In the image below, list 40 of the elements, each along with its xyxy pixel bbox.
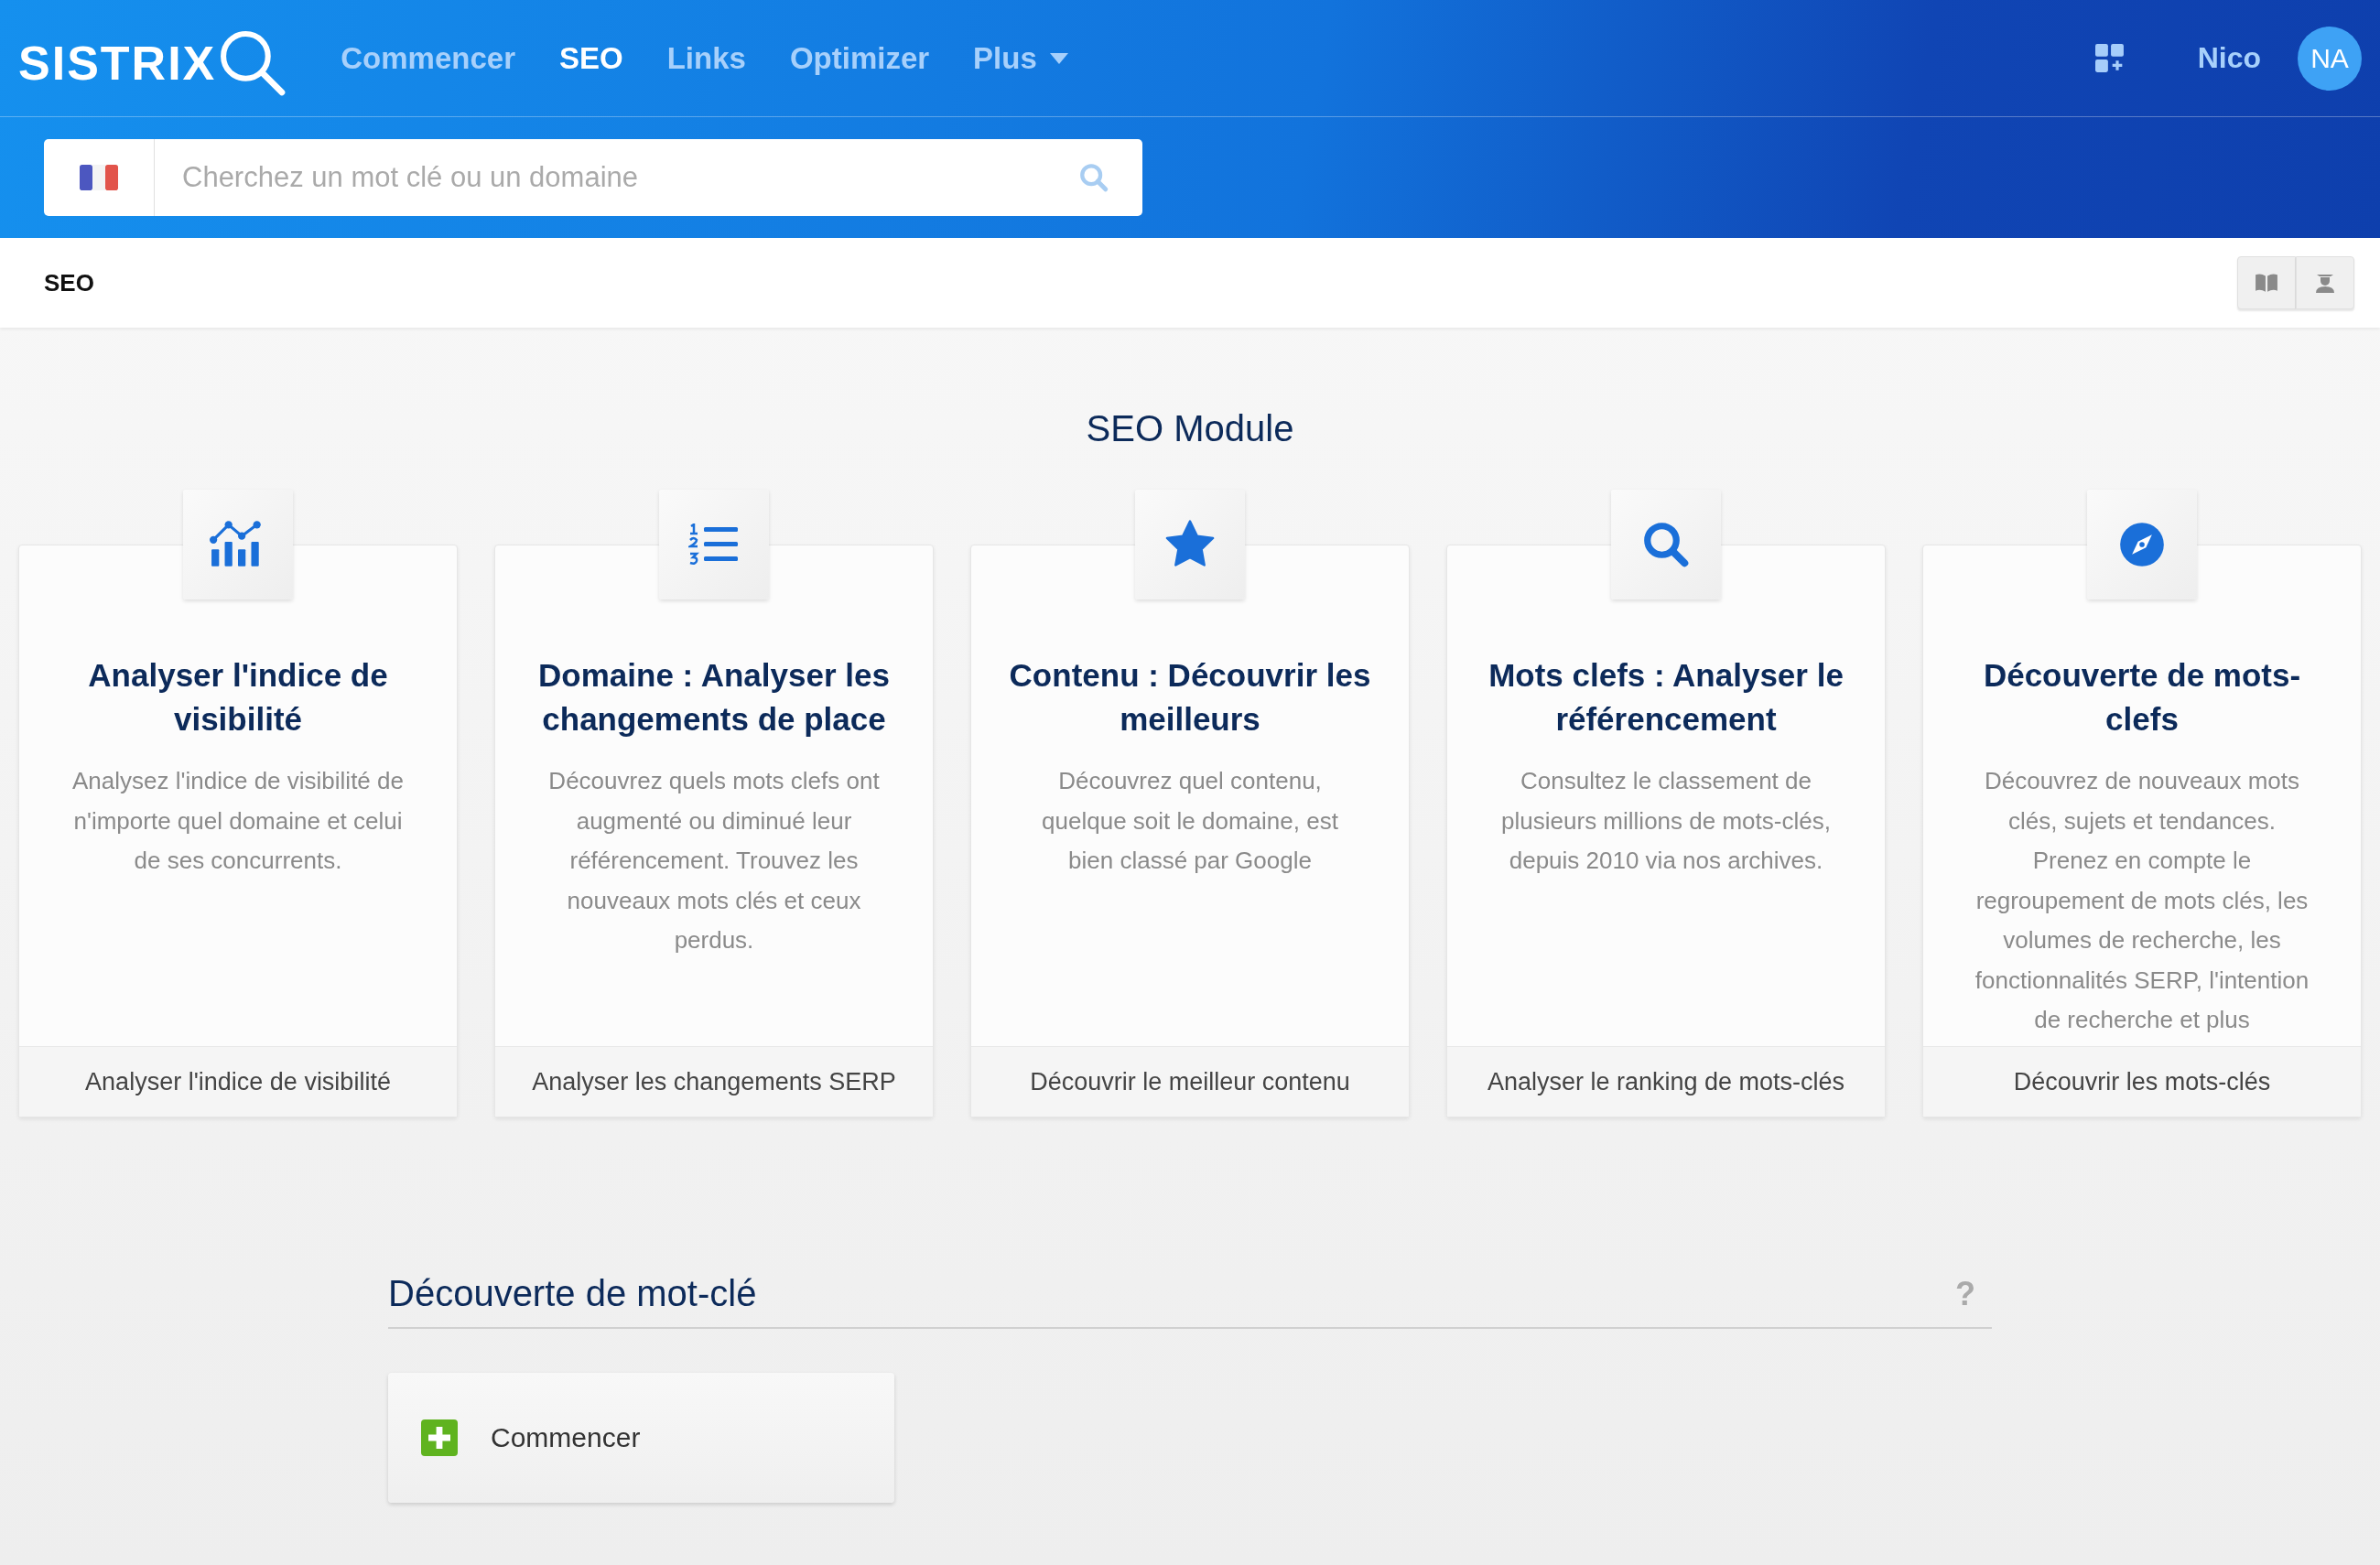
module-action-link[interactable]: Analyser les changements SERP (495, 1046, 933, 1117)
nav-link[interactable]: Links (666, 40, 746, 76)
add-widget-icon[interactable] (2094, 43, 2125, 73)
module-description: Consultez le classement de plusieurs millions de mots-clés, depuis 2010 via nos archives. (1500, 766, 1832, 876)
book-icon (2255, 273, 2278, 293)
page-title: SEO (44, 268, 94, 297)
start-button[interactable]: Commencer (388, 1373, 894, 1503)
search-icon (1641, 520, 1691, 569)
module-action-link[interactable]: Découvrir le meilleur contenu (971, 1046, 1409, 1117)
module-description: Analysez l'indice de visibilité de n'importe quel domaine et celui de ses concurrents. (71, 766, 405, 876)
nav-link[interactable]: Optimizer (789, 40, 930, 76)
module-action-link[interactable]: Analyser l'indice de visibilité (19, 1046, 457, 1117)
flag-icon[interactable] (80, 165, 118, 190)
academy-button[interactable] (2296, 256, 2354, 309)
compass-icon (2118, 521, 2166, 568)
module-title: Découverte de mots-clefs (1982, 656, 2302, 739)
module-description: Découvrez de nouveaux mots clés, sujets et tendances. Prenez en compte le regroupement de mots clés, les volumes de recherche, les fonctionnalités SERP, l'intention de recherche et plus (1974, 766, 2310, 1035)
graduate-icon (2314, 272, 2336, 294)
module-title: Contenu : Découvrir les meilleurs (1008, 656, 1372, 739)
nav-link[interactable]: Commencer (341, 40, 515, 76)
manual-button[interactable] (2237, 256, 2296, 309)
module-title: Domaine : Analyser les changements de place (537, 656, 891, 739)
search-bar[interactable]: Cherchez un mot clé ou un domaine (44, 139, 1142, 216)
module-action-link[interactable]: Analyser le ranking de mots-clés (1447, 1046, 1885, 1117)
section-heading: Découverte de mot-clé (388, 1273, 757, 1314)
module-action-link[interactable]: Découvrir les mots-clés (1923, 1046, 2361, 1117)
help-link[interactable]: ? (1955, 1274, 1975, 1313)
nav-link[interactable]: SEO (559, 40, 623, 76)
nav-link[interactable]: Plus (973, 40, 1068, 76)
numbered-list-icon (688, 523, 740, 566)
user-name[interactable]: Nico (2197, 41, 2261, 75)
user-avatar[interactable]: NA (2298, 26, 2362, 91)
logo-text[interactable]: SISTRIX (18, 35, 217, 91)
module-title: Analyser l'indice de visibilité (87, 656, 389, 739)
module-description: Découvrez quels mots clefs ont augmenté ou diminué leur référencement. Trouvez les nouveaux mots clés et ceux perdus. (547, 766, 881, 955)
module-description: Découvrez quel contenu, quelque soit le domaine, est bien classé par Google (1041, 766, 1339, 876)
search-field[interactable]: Cherchez un mot clé ou un domaine (155, 160, 1078, 195)
module-title: Mots clefs : Analyser le référencement (1488, 656, 1844, 739)
section-title: SEO Module (1085, 408, 1295, 449)
plus-icon (421, 1419, 458, 1456)
